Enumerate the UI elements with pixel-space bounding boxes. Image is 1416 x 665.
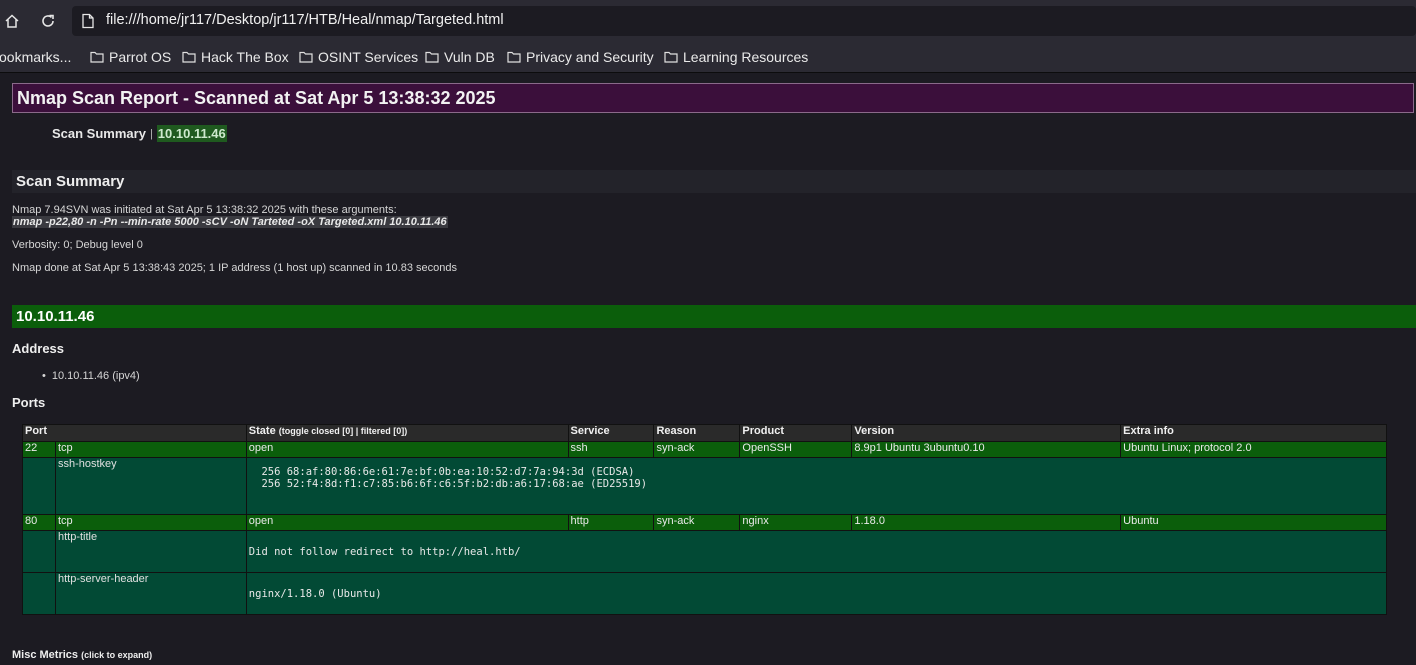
bookmark-vuln-db[interactable]: Vuln DB — [425, 49, 495, 65]
port-number: 22 — [22, 441, 56, 458]
col-service: Service — [567, 424, 655, 442]
scan-done-text: Nmap done at Sat Apr 5 13:38:43 2025; 1 … — [12, 262, 457, 274]
page-content: Nmap Scan Report - Scanned at Sat Apr 5 … — [0, 73, 1416, 665]
port-reason: syn-ack — [653, 514, 741, 531]
scan-summary-link[interactable]: Scan Summary — [52, 126, 146, 141]
port-product: nginx — [739, 514, 853, 531]
address-heading: Address — [12, 341, 65, 356]
port-state: open — [245, 514, 569, 531]
script-name: http-server-header — [54, 572, 247, 615]
browser-toolbar: file:///home/jr117/Desktop/jr117/HTB/Hea… — [0, 0, 1416, 42]
col-version: Version — [851, 424, 1122, 442]
script-row: http-title Did not follow redirect to ht… — [22, 530, 1388, 573]
url-text[interactable]: file:///home/jr117/Desktop/jr117/HTB/Hea… — [106, 12, 504, 28]
bookmark-parrot-os[interactable]: Parrot OS — [90, 49, 171, 65]
col-port: Port — [22, 424, 247, 442]
folder-icon — [90, 51, 104, 63]
port-number: 80 — [22, 514, 56, 531]
port-protocol: tcp — [54, 514, 247, 531]
toggle-closed-filtered[interactable]: (toggle closed [0] | filtered [0]) — [279, 426, 408, 436]
bookmark-learning-resources[interactable]: Learning Resources — [664, 49, 808, 65]
bookmark-hack-the-box[interactable]: Hack The Box — [182, 49, 289, 65]
col-extra-info: Extra info — [1120, 424, 1387, 442]
address-item: 10.10.11.46 (ipv4) — [42, 370, 140, 382]
col-reason: Reason — [653, 424, 741, 442]
folder-icon — [425, 51, 439, 63]
port-protocol: tcp — [54, 441, 247, 458]
misc-metrics-toggle[interactable]: Misc Metrics (click to expand) — [12, 649, 152, 661]
folder-icon — [507, 51, 521, 63]
host-heading: 10.10.11.46 — [12, 305, 1416, 328]
folder-icon — [664, 51, 678, 63]
script-name: http-title — [54, 530, 247, 573]
reload-icon[interactable] — [36, 9, 60, 33]
port-version: 1.18.0 — [851, 514, 1122, 531]
report-nav: Scan Summary | 10.10.11.46 — [52, 125, 227, 142]
bookmarks-bar: ookmarks... Parrot OS Hack The Box OSINT… — [0, 42, 1416, 73]
script-output: 256 68:af:80:86:6e:61:7e:bf:0b:ea:10:52:… — [261, 466, 648, 490]
report-title: Nmap Scan Report - Scanned at Sat Apr 5 … — [12, 83, 1414, 113]
port-service: http — [567, 514, 655, 531]
misc-metrics-hint: (click to expand) — [81, 650, 153, 660]
table-row: 80 tcp open http syn-ack nginx 1.18.0 Ub… — [22, 514, 1387, 531]
verbosity-text: Verbosity: 0; Debug level 0 — [12, 239, 143, 251]
folder-icon — [299, 51, 313, 63]
scan-arguments: nmap -p22,80 -n -Pn --min-rate 5000 -sCV… — [12, 216, 448, 228]
folder-icon — [182, 51, 196, 63]
col-state: State (toggle closed [0] | filtered [0]) — [245, 424, 569, 442]
bookmark-osint-services[interactable]: OSINT Services — [299, 49, 418, 65]
scan-initiated-text: Nmap 7.94SVN was initiated at Sat Apr 5 … — [12, 204, 397, 216]
ports-heading: Ports — [12, 395, 46, 410]
host-ip-link[interactable]: 10.10.11.46 — [156, 125, 227, 142]
scan-summary-heading: Scan Summary — [12, 170, 1416, 193]
script-row: ssh-hostkey 256 68:af:80:86:6e:61:7e:bf:… — [22, 457, 1388, 515]
bookmark-privacy-and-security[interactable]: Privacy and Security — [507, 49, 654, 65]
file-icon — [82, 13, 94, 29]
nav-separator: | — [149, 127, 153, 140]
script-row: http-server-header nginx/1.18.0 (Ubuntu) — [22, 572, 1388, 615]
col-product: Product — [739, 424, 853, 442]
ports-table: Port State (toggle closed [0] | filtered… — [22, 424, 1388, 615]
script-output: Did not follow redirect to http://heal.h… — [248, 545, 521, 558]
bookmark-other[interactable]: ookmarks... — [0, 49, 71, 65]
port-extra-info: Ubuntu — [1120, 514, 1387, 531]
script-output: nginx/1.18.0 (Ubuntu) — [248, 587, 382, 600]
url-bar[interactable]: file:///home/jr117/Desktop/jr117/HTB/Hea… — [72, 6, 1416, 36]
home-icon[interactable] — [0, 9, 24, 33]
script-name: ssh-hostkey — [54, 457, 247, 515]
table-header-row: Port State (toggle closed [0] | filtered… — [22, 424, 1387, 442]
